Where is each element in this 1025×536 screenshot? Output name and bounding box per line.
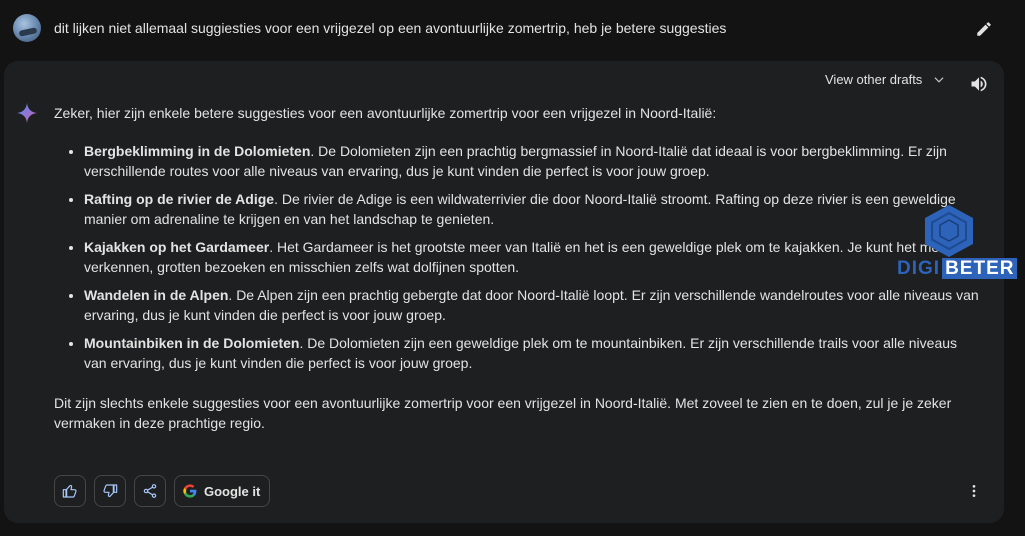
response-actions: Google it bbox=[54, 475, 271, 507]
watermark-beter: BETER bbox=[942, 258, 1018, 279]
thumbs-up-button[interactable] bbox=[54, 475, 86, 507]
watermark-logo-icon bbox=[925, 205, 973, 257]
watermark-digi: DIGI bbox=[897, 258, 941, 279]
view-drafts-label: View other drafts bbox=[825, 72, 923, 87]
suggestion-item: Kajakken op het Gardameer. Het Gardameer… bbox=[84, 237, 979, 277]
thumbs-up-icon bbox=[62, 484, 77, 498]
suggestion-title: Kajakken op het Gardameer bbox=[84, 239, 270, 255]
share-icon bbox=[143, 484, 157, 498]
thumbs-down-icon bbox=[103, 484, 118, 498]
suggestion-list: Bergbeklimming in de Dolomieten. De Dolo… bbox=[54, 141, 979, 373]
google-it-button[interactable]: Google it bbox=[174, 475, 271, 507]
watermark-text: DIGI BETER bbox=[897, 258, 1018, 280]
gemini-spark-icon bbox=[16, 102, 38, 124]
suggestion-item: Rafting op de rivier de Adige. De rivier… bbox=[84, 189, 979, 229]
user-prompt-text: dit lijken niet allemaal suggiesties voo… bbox=[54, 20, 727, 36]
user-avatar bbox=[13, 14, 41, 42]
google-it-label: Google it bbox=[204, 483, 261, 499]
digibeter-watermark: DIGI BETER bbox=[897, 203, 1018, 287]
suggestion-title: Mountainbiken in de Dolomieten bbox=[84, 335, 300, 351]
chevron-down-icon bbox=[934, 76, 944, 83]
more-vert-icon bbox=[972, 485, 976, 497]
suggestion-title: Rafting op de rivier de Adige bbox=[84, 191, 275, 207]
edit-prompt-button[interactable] bbox=[972, 17, 996, 41]
suggestion-item: Wandelen in de Alpen. De Alpen zijn een … bbox=[84, 285, 979, 325]
thumbs-down-button[interactable] bbox=[94, 475, 126, 507]
suggestion-item: Bergbeklimming in de Dolomieten. De Dolo… bbox=[84, 141, 979, 181]
listen-button[interactable] bbox=[968, 73, 990, 95]
response-content: Zeker, hier zijn enkele betere suggestie… bbox=[54, 103, 979, 433]
response-card: View other drafts Zeker, hier zijn enkel… bbox=[4, 61, 1004, 523]
pencil-icon bbox=[977, 22, 991, 36]
response-intro: Zeker, hier zijn enkele betere suggestie… bbox=[54, 105, 717, 121]
more-options-button[interactable] bbox=[964, 481, 984, 501]
response-outro: Dit zijn slechts enkele suggesties voor … bbox=[54, 395, 952, 431]
suggestion-title: Wandelen in de Alpen bbox=[84, 287, 229, 303]
google-g-icon bbox=[183, 484, 197, 498]
share-button[interactable] bbox=[134, 475, 166, 507]
suggestion-title: Bergbeklimming in de Dolomieten bbox=[84, 143, 311, 159]
speaker-icon bbox=[971, 76, 987, 92]
user-prompt-row: dit lijken niet allemaal suggiesties voo… bbox=[0, 0, 1025, 58]
view-other-drafts-button[interactable]: View other drafts bbox=[825, 72, 946, 87]
suggestion-item: Mountainbiken in de Dolomieten. De Dolom… bbox=[84, 333, 979, 373]
